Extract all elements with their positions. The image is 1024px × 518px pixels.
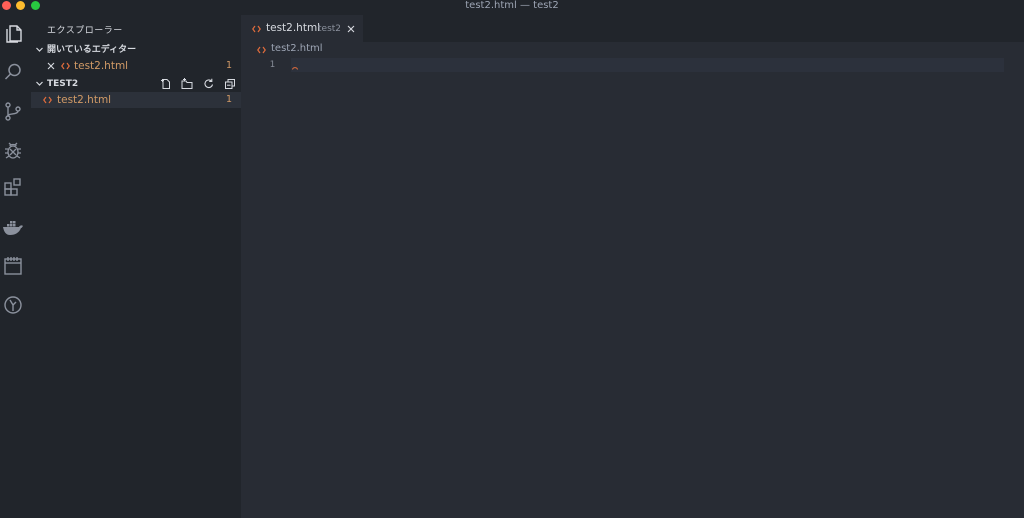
refresh-icon[interactable] xyxy=(203,78,215,90)
html-file-icon xyxy=(61,62,70,70)
source-control-icon[interactable] xyxy=(2,100,24,122)
files-icon[interactable] xyxy=(2,22,24,44)
breadcrumb-file[interactable]: test2.html xyxy=(271,42,323,56)
activity-bar xyxy=(0,12,31,518)
close-icon[interactable] xyxy=(47,62,55,70)
vscode-window: test2.html — test2 エクスプローラー 開いているエディター t… xyxy=(0,0,1024,518)
collapse-all-icon[interactable] xyxy=(224,78,236,90)
text-cursor-icon xyxy=(292,67,298,70)
chevron-down-icon xyxy=(36,81,43,86)
line-number: 1 xyxy=(269,60,275,70)
breadcrumb: test2.html xyxy=(241,42,1024,56)
debug-icon[interactable] xyxy=(2,139,24,161)
window-title: test2.html — test2 xyxy=(465,0,559,11)
folder-header[interactable]: TEST2 xyxy=(31,76,241,92)
title-bar: test2.html — test2 xyxy=(0,0,1024,12)
html-file-icon xyxy=(257,46,266,54)
tab-label: test2.html xyxy=(266,22,321,34)
code-editor[interactable]: 1 xyxy=(241,56,1024,518)
open-editors-label: 開いているエディター xyxy=(47,45,137,55)
new-folder-icon[interactable] xyxy=(181,78,193,90)
open-editor-filename: test2.html xyxy=(74,60,129,72)
explorer-sidebar: エクスプローラー 開いているエディター test2.html 1 TEST2 t… xyxy=(31,12,241,518)
chevron-down-icon xyxy=(36,47,43,52)
file-tree-filename: test2.html xyxy=(57,94,112,106)
tab-test2-html[interactable]: test2.html test2 xyxy=(241,15,363,42)
docker-icon[interactable] xyxy=(2,216,24,238)
new-file-icon[interactable] xyxy=(160,78,172,90)
html-file-icon xyxy=(43,96,52,104)
current-line-highlight xyxy=(291,58,1004,72)
sidebar-title: エクスプローラー xyxy=(47,26,123,36)
close-icon[interactable] xyxy=(347,25,355,33)
extensions-icon[interactable] xyxy=(2,177,24,199)
open-editor-item[interactable]: test2.html 1 xyxy=(31,58,241,74)
problem-count-badge: 1 xyxy=(225,60,232,71)
search-icon[interactable] xyxy=(2,61,24,83)
folder-label: TEST2 xyxy=(47,79,79,89)
editor-tabs: test2.html test2 xyxy=(241,12,1024,42)
file-tree-item[interactable]: test2.html 1 xyxy=(31,92,241,108)
calendar-icon[interactable] xyxy=(2,255,24,277)
html-file-icon xyxy=(252,25,261,33)
tab-description: test2 xyxy=(318,24,342,34)
open-editors-header[interactable]: 開いているエディター xyxy=(31,42,241,58)
problem-count-badge: 1 xyxy=(225,94,232,105)
git-graph-icon[interactable] xyxy=(2,294,24,316)
